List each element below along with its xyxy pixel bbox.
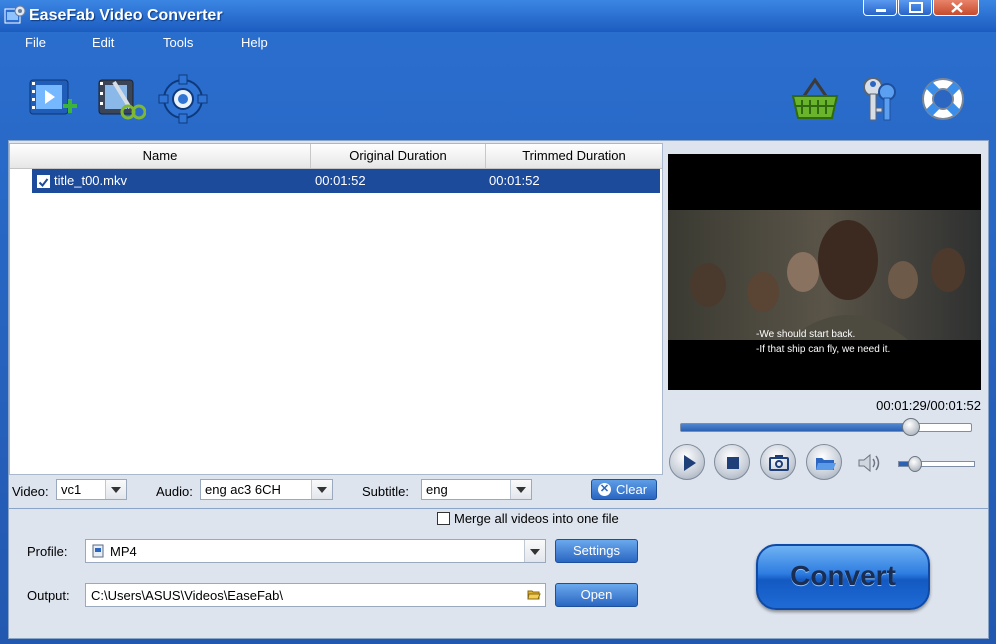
audio-track-value: eng ac3 6CH: [205, 482, 281, 497]
profile-label: Profile:: [27, 544, 68, 559]
seek-handle[interactable]: [902, 418, 921, 436]
lifebuoy-icon[interactable]: [918, 74, 968, 124]
convert-button[interactable]: Convert: [756, 544, 930, 610]
edit-video-icon[interactable]: [96, 74, 146, 124]
folder-browse-icon[interactable]: [527, 588, 541, 602]
camera-icon: [769, 455, 789, 471]
basket-icon[interactable]: [790, 74, 840, 124]
open-button[interactable]: Open: [555, 583, 638, 607]
column-name[interactable]: Name: [10, 144, 311, 168]
video-track-select[interactable]: vc1: [56, 479, 127, 500]
merge-checkbox[interactable]: [437, 512, 450, 525]
volume-slider[interactable]: [898, 456, 975, 472]
file-format-icon: [92, 544, 104, 558]
checkmark-icon: [38, 178, 49, 188]
track-selection-bar: Video: vc1 Audio: eng ac3 6CH Subtitle: …: [9, 476, 661, 506]
chevron-down-icon: [524, 540, 545, 562]
menu-tools[interactable]: Tools: [163, 35, 193, 50]
column-trimmed-duration[interactable]: Trimmed Duration: [486, 144, 662, 168]
file-name: title_t00.mkv: [54, 173, 127, 188]
subtitle-line-2: -If that ship can fly, we need it.: [756, 344, 891, 355]
subtitle-line-1: -We should start back.: [756, 329, 856, 340]
snapshot-button[interactable]: [760, 444, 796, 480]
close-icon: [951, 2, 963, 13]
column-original-duration[interactable]: Original Duration: [311, 144, 486, 168]
video-preview[interactable]: -We should start back. -If that ship can…: [668, 154, 981, 390]
file-list[interactable]: Name Original Duration Trimmed Duration …: [9, 143, 663, 475]
trimmed-duration: 00:01:52: [489, 173, 540, 188]
clear-label: Clear: [616, 482, 648, 497]
title-bar[interactable]: EaseFab Video Converter: [0, 0, 996, 32]
convert-label: Convert: [790, 560, 896, 591]
merge-label: Merge all videos into one file: [454, 511, 619, 526]
clear-button[interactable]: ✕ Clear: [591, 479, 657, 500]
play-button[interactable]: [669, 444, 705, 480]
minimize-button[interactable]: [863, 0, 897, 16]
volume-icon[interactable]: [856, 451, 882, 475]
playback-time: 00:01:29/00:01:52: [876, 398, 981, 413]
maximize-button[interactable]: [898, 0, 932, 16]
subtitle-track-value: eng: [426, 482, 448, 497]
maximize-icon: [909, 2, 923, 13]
video-label: Video:: [12, 484, 49, 499]
subtitle-track-select[interactable]: eng: [421, 479, 532, 500]
settings-button[interactable]: Settings: [555, 539, 638, 563]
seek-progress: [681, 424, 911, 431]
subtitle-label: Subtitle:: [362, 484, 409, 499]
play-icon: [684, 455, 696, 471]
chevron-down-icon: [510, 480, 531, 499]
audio-track-select[interactable]: eng ac3 6CH: [200, 479, 333, 500]
app-window: EaseFab Video Converter File Edit Tools …: [0, 0, 996, 644]
stop-icon: [727, 457, 739, 469]
chevron-down-icon: [311, 480, 332, 499]
toolbar: [0, 54, 996, 136]
audio-label: Audio:: [156, 484, 193, 499]
close-button[interactable]: [933, 0, 979, 16]
original-duration: 00:01:52: [315, 173, 366, 188]
window-title: EaseFab Video Converter: [29, 7, 223, 24]
file-list-header: Name Original Duration Trimmed Duration: [10, 144, 662, 169]
folder-icon: [816, 458, 836, 470]
menu-bar: File Edit Tools Help: [0, 32, 996, 54]
table-row[interactable]: title_t00.mkv 00:01:52 00:01:52: [32, 169, 660, 193]
output-path-field[interactable]: C:\Users\ASUS\Videos\EaseFab\: [85, 583, 546, 607]
output-label: Output:: [27, 588, 70, 603]
menu-edit[interactable]: Edit: [92, 35, 114, 50]
menu-help[interactable]: Help: [241, 35, 268, 50]
video-track-value: vc1: [61, 482, 82, 497]
menu-file[interactable]: File: [25, 35, 46, 50]
seek-bar[interactable]: [680, 418, 972, 436]
row-checkbox[interactable]: [37, 175, 50, 188]
app-logo-icon: [4, 5, 26, 24]
chevron-down-icon: [105, 480, 126, 499]
profile-value: MP4: [110, 544, 137, 559]
open-folder-button[interactable]: [806, 444, 842, 480]
keys-icon[interactable]: [855, 74, 905, 124]
preview-frame: [668, 210, 981, 340]
profile-select[interactable]: MP4: [85, 539, 546, 563]
minimize-icon: [876, 9, 886, 12]
add-video-icon[interactable]: [28, 74, 78, 124]
volume-handle[interactable]: [908, 456, 922, 472]
output-path-value: C:\Users\ASUS\Videos\EaseFab\: [91, 588, 283, 603]
clear-x-icon: ✕: [598, 483, 611, 496]
stop-button[interactable]: [714, 444, 750, 480]
settings-gear-icon[interactable]: [158, 74, 208, 124]
